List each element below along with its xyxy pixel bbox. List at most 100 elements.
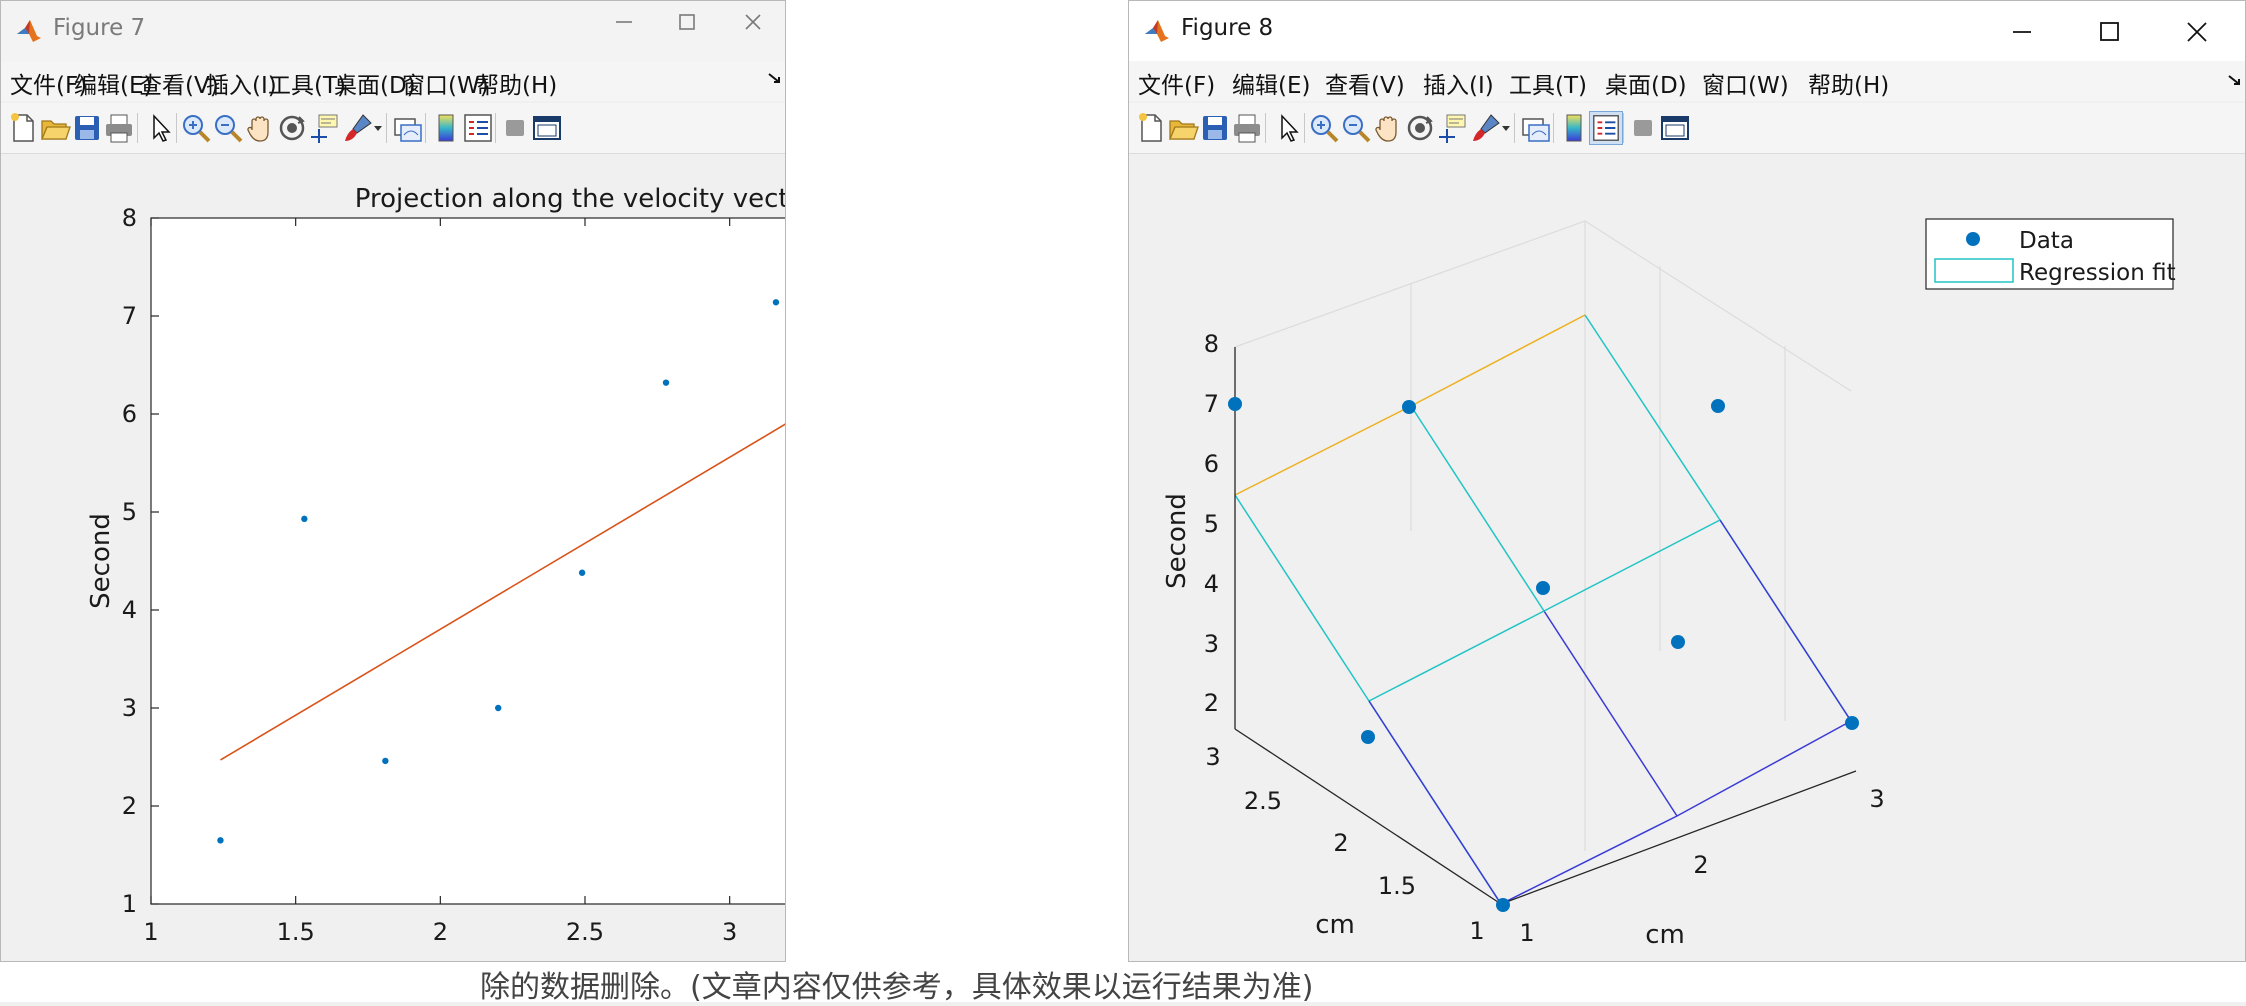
menu-bar: 文件(F) 编辑(E) 查看(V) 插入(I) 工具(T) 桌面(D) 窗口(W… (1129, 61, 2245, 101)
menu-help[interactable]: 帮助(H) (1808, 66, 1889, 100)
toolbar (1, 103, 785, 154)
zoom-in-icon[interactable] (179, 111, 213, 145)
brush-dropdown-icon[interactable] (1501, 125, 1511, 133)
data-point[interactable] (1361, 730, 1375, 744)
dock-arrow-icon[interactable] (2227, 73, 2243, 89)
legend-fit-swatch (1934, 258, 2014, 283)
data-point[interactable] (301, 515, 308, 523)
data-point[interactable] (1496, 898, 1510, 912)
data-cursor-icon[interactable] (1435, 111, 1469, 145)
hide-plot-tools-icon[interactable] (1626, 111, 1660, 145)
data-point[interactable] (1845, 716, 1859, 730)
data-point[interactable] (217, 837, 224, 844)
data-point[interactable] (495, 704, 502, 712)
right-tick-label: 3 (1869, 785, 1884, 813)
legend[interactable]: Data Regression fit (1925, 218, 2176, 290)
brush-dropdown-icon[interactable] (373, 125, 383, 133)
show-plot-tools-icon[interactable] (530, 111, 564, 145)
y-tick-label: 6 (122, 400, 137, 428)
figure-8-plot[interactable]: 8 7 6 5 4 3 2 3 2.5 2 1.5 1 1 2 3 Second (1129, 154, 2246, 962)
z-axis-ticks: 8 7 6 5 4 3 2 (1204, 330, 1219, 717)
window-controls (2013, 22, 2207, 42)
z-tick-label: 6 (1204, 450, 1219, 478)
left-tick-label: 2 (1333, 829, 1348, 857)
link-plot-icon[interactable] (391, 111, 425, 145)
menu-desktop[interactable]: 桌面(D) (1605, 66, 1687, 100)
legend-icon[interactable] (1589, 111, 1623, 145)
rotate-3d-icon[interactable] (1403, 111, 1437, 145)
data-point[interactable] (1671, 635, 1685, 649)
link-plot-icon[interactable] (1519, 111, 1553, 145)
colorbar-icon[interactable] (429, 111, 463, 145)
left-tick-label: 1.5 (1378, 872, 1416, 900)
figure-7-canvas[interactable]: Projection along the velocity vector cm … (1, 154, 785, 961)
maximize-icon[interactable] (2100, 22, 2119, 41)
brush-icon[interactable] (341, 111, 375, 145)
toolbar-separator (1514, 113, 1515, 143)
rotate-3d-icon[interactable] (275, 111, 309, 145)
dock-arrow-icon[interactable] (767, 71, 783, 87)
open-file-icon[interactable] (38, 111, 72, 145)
right-tick-label: 2 (1693, 851, 1708, 879)
figure-8-window[interactable]: Figure 8 文件(F) 编辑(E) 查看(V) 插入(I) 工具(T) 桌… (1128, 0, 2246, 962)
data-point[interactable] (1711, 399, 1725, 413)
data-point[interactable] (1402, 400, 1416, 414)
new-figure-icon[interactable] (1134, 111, 1168, 145)
z-tick-label: 3 (1204, 630, 1219, 658)
pan-hand-icon[interactable] (243, 111, 277, 145)
open-file-icon[interactable] (1166, 111, 1200, 145)
zoom-in-icon[interactable] (1307, 111, 1341, 145)
print-icon[interactable] (102, 111, 136, 145)
x-tick-label: 3 (722, 918, 737, 946)
legend-icon[interactable] (461, 111, 495, 145)
pan-hand-icon[interactable] (1371, 111, 1405, 145)
z-axis-label: Second (1162, 493, 1192, 589)
close-icon[interactable] (2187, 22, 2207, 42)
brush-icon[interactable] (1469, 111, 1503, 145)
regression-surface[interactable] (1234, 314, 1852, 905)
save-icon[interactable] (70, 111, 104, 145)
zoom-out-icon[interactable] (211, 111, 245, 145)
figure-8-canvas[interactable]: 8 7 6 5 4 3 2 3 2.5 2 1.5 1 1 2 3 Second (1129, 154, 2245, 961)
close-icon[interactable] (745, 14, 761, 30)
pointer-icon[interactable] (143, 111, 177, 145)
surface-mesh-line (1410, 405, 1545, 612)
menu-insert[interactable]: 插入(I) (1423, 66, 1494, 100)
data-point[interactable] (382, 757, 389, 765)
save-icon[interactable] (1198, 111, 1232, 145)
menu-file[interactable]: 文件(F) (1138, 66, 1215, 100)
y-tick-label: 1 (122, 890, 137, 918)
data-point[interactable] (578, 569, 586, 576)
data-points[interactable] (1228, 397, 1859, 912)
new-figure-icon[interactable] (6, 111, 40, 145)
show-plot-tools-icon[interactable] (1658, 111, 1692, 145)
menu-edit[interactable]: 编辑(E) (1232, 66, 1310, 100)
axes-box[interactable] (150, 217, 786, 905)
menu-help[interactable]: 帮助(H) (476, 66, 557, 100)
maximize-icon[interactable] (679, 14, 695, 30)
data-point[interactable] (1228, 397, 1242, 411)
x-axis-label: cm (565, 958, 605, 962)
y-axis-label: Second (86, 513, 116, 609)
data-point[interactable] (662, 379, 670, 386)
left-tick-label: 2.5 (1244, 787, 1282, 815)
figure-7-plot[interactable]: Projection along the velocity vector cm … (1, 154, 786, 962)
menu-view[interactable]: 查看(V) (1325, 66, 1405, 100)
chart-title: Projection along the velocity vector (355, 184, 786, 214)
data-point[interactable] (772, 299, 780, 306)
zoom-out-icon[interactable] (1339, 111, 1373, 145)
hide-plot-tools-icon[interactable] (498, 111, 532, 145)
toolbar-separator (1623, 113, 1624, 143)
data-point[interactable] (1536, 581, 1550, 595)
toolbar-separator (425, 113, 426, 143)
data-cursor-icon[interactable] (307, 111, 341, 145)
print-icon[interactable] (1230, 111, 1264, 145)
menu-insert[interactable]: 插入(I) (206, 66, 277, 100)
figure-7-window[interactable]: Figure 7 文件(F) 编辑(E) 查看(V) 插入(I) 工具(T) 桌… (0, 0, 786, 962)
colorbar-icon[interactable] (1557, 111, 1591, 145)
menu-tools[interactable]: 工具(T) (1509, 66, 1587, 100)
pointer-icon[interactable] (1271, 111, 1305, 145)
menu-window[interactable]: 窗口(W) (1702, 66, 1789, 100)
legend-fit-label: Regression fit (2019, 260, 2176, 286)
z-tick-label: 2 (1204, 689, 1219, 717)
